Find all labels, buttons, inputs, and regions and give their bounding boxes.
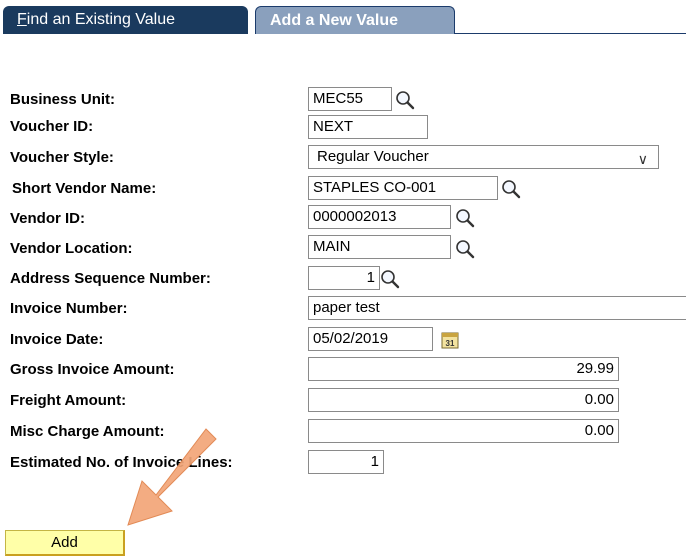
address-sequence-number-label: Address Sequence Number: (10, 270, 211, 287)
calendar-day-text: 31 (446, 339, 455, 348)
invoice-date-field[interactable]: 05/02/2019 (308, 327, 433, 351)
misc-charge-amount-label: Misc Charge Amount: (10, 423, 165, 440)
voucher-id-field[interactable]: NEXT (308, 115, 428, 139)
address-sequence-number-field[interactable]: 1 (308, 266, 380, 290)
business-unit-field[interactable]: MEC55 (308, 87, 392, 111)
short-vendor-lookup-icon[interactable] (500, 178, 522, 200)
estimated-invoice-lines-field[interactable]: 1 (308, 450, 384, 474)
tab-add-new-value[interactable]: Add a New Value (255, 6, 455, 34)
short-vendor-name-label: Short Vendor Name: (12, 180, 157, 197)
gross-invoice-amount-field[interactable]: 29.99 (308, 357, 619, 381)
vendor-id-label: Vendor ID: (10, 210, 86, 227)
business-unit-label: Business Unit: (10, 91, 116, 108)
freight-amount-label: Freight Amount: (10, 392, 127, 409)
tab-add-label: Add a New Value (270, 12, 399, 29)
add-button[interactable]: Add (5, 530, 125, 556)
tab-underline (455, 33, 686, 34)
misc-charge-amount-field[interactable]: 0.00 (308, 419, 619, 443)
short-vendor-name-field[interactable]: STAPLES CO-001 (308, 176, 498, 200)
voucher-style-value: Regular Voucher (317, 148, 429, 165)
tab-find-accesskey: F (17, 11, 27, 28)
pointer-arrow-icon (127, 428, 217, 526)
vendor-location-label: Vendor Location: (10, 240, 133, 257)
tab-find-existing-value[interactable]: Find an Existing Value (3, 6, 248, 34)
vendor-id-lookup-icon[interactable] (454, 207, 476, 229)
voucher-style-select[interactable]: Regular Voucher ∨ (308, 145, 659, 169)
calendar-icon[interactable]: 31 (440, 330, 460, 350)
business-unit-lookup-icon[interactable] (394, 89, 416, 111)
gross-invoice-amount-label: Gross Invoice Amount: (10, 361, 175, 378)
invoice-number-field[interactable]: paper test (308, 296, 686, 320)
vendor-location-field[interactable]: MAIN (308, 235, 451, 259)
invoice-date-label: Invoice Date: (10, 331, 104, 348)
voucher-style-label: Voucher Style: (10, 149, 114, 166)
address-sequence-lookup-icon[interactable] (379, 268, 401, 290)
invoice-number-label: Invoice Number: (10, 300, 128, 317)
tab-bar: Find an Existing Value Add a New Value (0, 0, 686, 34)
chevron-down-icon: ∨ (637, 151, 648, 167)
voucher-id-label: Voucher ID: (10, 118, 94, 135)
vendor-location-lookup-icon[interactable] (454, 238, 476, 260)
estimated-invoice-lines-label: Estimated No. of Invoice Lines: (10, 454, 233, 471)
tab-find-label: ind an Existing Value (26, 11, 176, 28)
freight-amount-field[interactable]: 0.00 (308, 388, 619, 412)
vendor-id-field[interactable]: 0000002013 (308, 205, 451, 229)
